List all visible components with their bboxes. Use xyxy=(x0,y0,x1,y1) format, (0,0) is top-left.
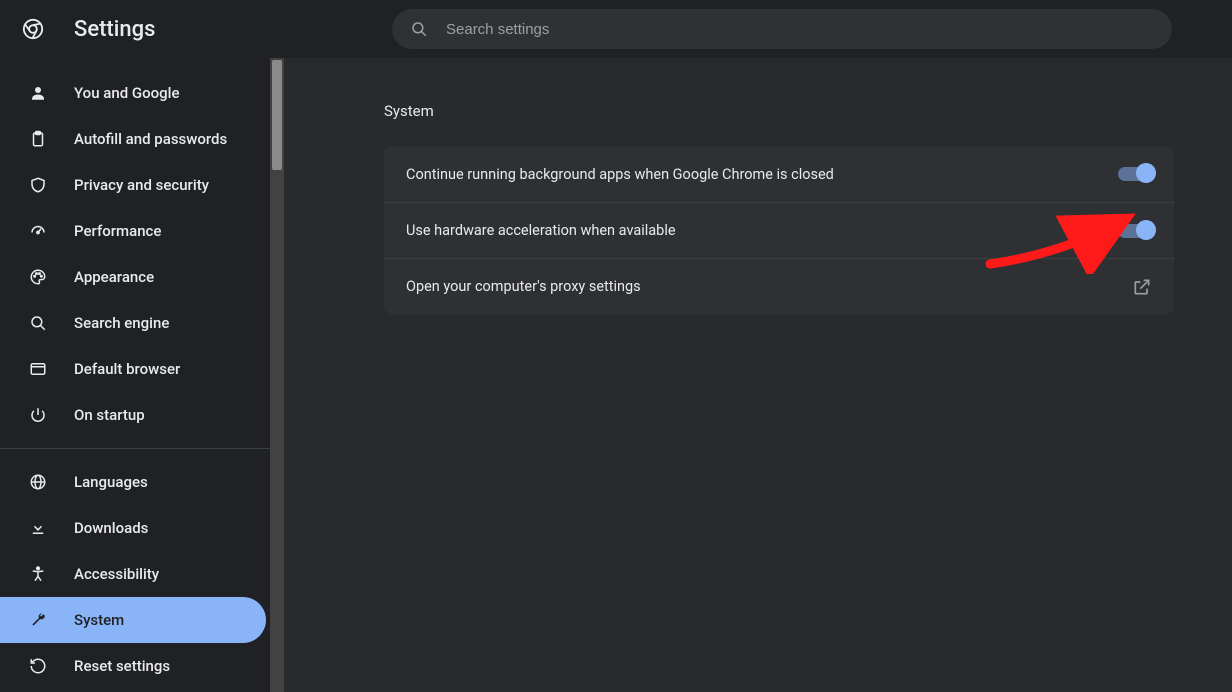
toggle-knob xyxy=(1136,163,1156,183)
sidebar-item-label: System xyxy=(74,611,124,629)
row-label: Continue running background apps when Go… xyxy=(406,166,834,183)
chrome-logo-icon xyxy=(22,18,44,40)
toggle-knob xyxy=(1136,220,1156,240)
row-background-apps[interactable]: Continue running background apps when Go… xyxy=(384,146,1174,202)
sidebar-item-languages[interactable]: Languages xyxy=(0,459,266,505)
search-input[interactable] xyxy=(446,21,1154,38)
system-settings-card: Continue running background apps when Go… xyxy=(384,146,1174,314)
sidebar-item-accessibility[interactable]: Accessibility xyxy=(0,551,266,597)
sidebar-item-performance[interactable]: Performance xyxy=(0,208,266,254)
palette-icon xyxy=(28,267,48,287)
sidebar-item-label: On startup xyxy=(74,406,145,424)
search-icon xyxy=(410,20,428,38)
sidebar-item-on-startup[interactable]: On startup xyxy=(0,392,266,438)
sidebar-item-search-engine[interactable]: Search engine xyxy=(0,300,266,346)
sidebar-item-label: Search engine xyxy=(74,314,169,332)
sidebar-item-label: You and Google xyxy=(74,84,179,102)
search-settings-field[interactable] xyxy=(392,9,1172,49)
search-icon xyxy=(28,313,48,333)
open-external-icon xyxy=(1132,277,1152,297)
power-icon xyxy=(28,405,48,425)
sidebar-divider xyxy=(0,448,284,449)
sidebar-item-label: Privacy and security xyxy=(74,176,209,194)
browser-window-icon xyxy=(28,359,48,379)
sidebar-item-label: Performance xyxy=(74,222,161,240)
section-title: System xyxy=(384,102,1174,120)
globe-icon xyxy=(28,472,48,492)
row-proxy-settings[interactable]: Open your computer's proxy settings xyxy=(384,258,1174,314)
sidebar-item-system[interactable]: System xyxy=(0,597,266,643)
toggle-hardware-acceleration[interactable] xyxy=(1118,224,1152,238)
sidebar-item-autofill[interactable]: Autofill and passwords xyxy=(0,116,266,162)
wrench-icon xyxy=(28,610,48,630)
speedometer-icon xyxy=(28,221,48,241)
sidebar-scrollbar-thumb[interactable] xyxy=(272,60,282,170)
sidebar-item-appearance[interactable]: Appearance xyxy=(0,254,266,300)
sidebar-item-downloads[interactable]: Downloads xyxy=(0,505,266,551)
page-title: Settings xyxy=(74,17,155,42)
clipboard-icon xyxy=(28,129,48,149)
row-label: Open your computer's proxy settings xyxy=(406,278,641,295)
sidebar-item-label: Accessibility xyxy=(74,565,159,583)
person-icon xyxy=(28,83,48,103)
row-hardware-acceleration[interactable]: Use hardware acceleration when available xyxy=(384,202,1174,258)
sidebar-item-label: Default browser xyxy=(74,360,180,378)
main-content: System Continue running background apps … xyxy=(284,58,1232,692)
sidebar-item-label: Autofill and passwords xyxy=(74,130,227,148)
sidebar-item-privacy[interactable]: Privacy and security xyxy=(0,162,266,208)
sidebar-item-label: Languages xyxy=(74,473,148,491)
download-icon xyxy=(28,518,48,538)
sidebar-item-label: Downloads xyxy=(74,519,148,537)
toggle-background-apps[interactable] xyxy=(1118,167,1152,181)
sidebar-item-label: Appearance xyxy=(74,268,154,286)
row-label: Use hardware acceleration when available xyxy=(406,222,676,239)
sidebar-scrollbar-track[interactable] xyxy=(270,58,284,692)
sidebar-item-label: Reset settings xyxy=(74,657,170,675)
settings-sidebar: You and Google Autofill and passwords Pr… xyxy=(0,58,284,692)
accessibility-icon xyxy=(28,564,48,584)
sidebar-item-you-and-google[interactable]: You and Google xyxy=(0,70,266,116)
sidebar-item-reset[interactable]: Reset settings xyxy=(0,643,266,689)
sidebar-item-default-browser[interactable]: Default browser xyxy=(0,346,266,392)
shield-icon xyxy=(28,175,48,195)
restore-icon xyxy=(28,656,48,676)
app-header: Settings xyxy=(0,0,1232,58)
